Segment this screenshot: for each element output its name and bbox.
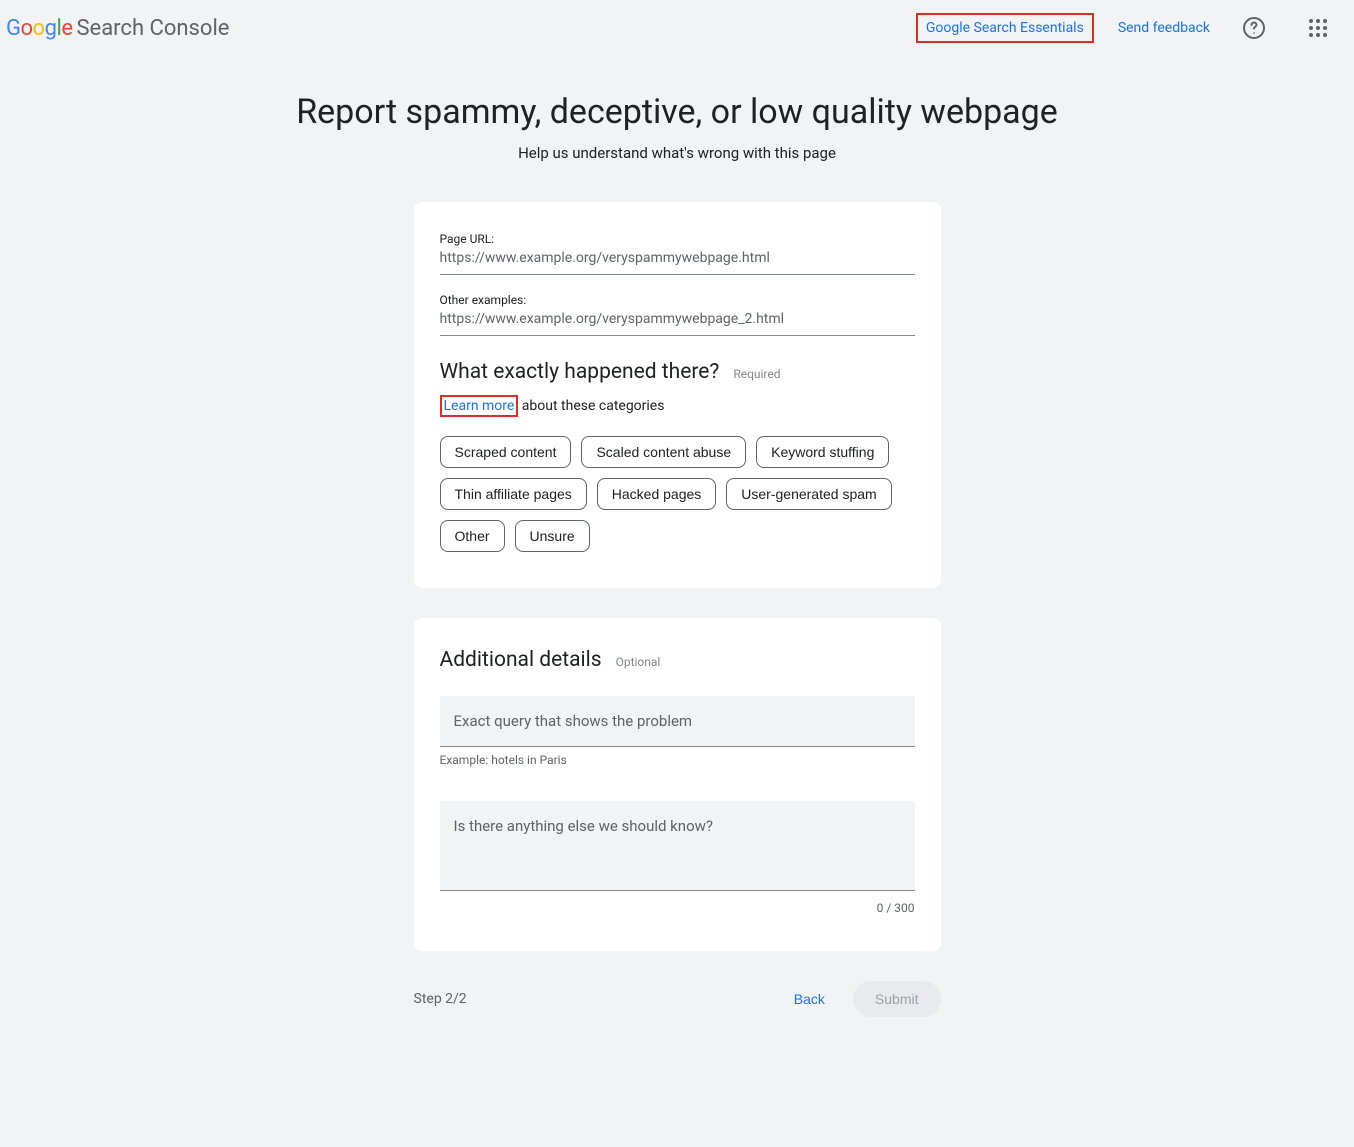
required-badge: Required [733, 367, 780, 381]
product-name: Search Console [76, 16, 229, 41]
page-subtitle: Help us understand what's wrong with thi… [237, 144, 1117, 162]
page-url-label: Page URL: [440, 232, 915, 246]
footer-row: Step 2/2 Back Submit [414, 981, 941, 1057]
chip-hacked-pages[interactable]: Hacked pages [597, 478, 717, 510]
main-content: Report spammy, deceptive, or low quality… [237, 56, 1117, 1057]
learn-more-text: about these categories [518, 398, 664, 414]
learn-more-link[interactable]: Learn more [440, 395, 519, 417]
chip-user-generated-spam[interactable]: User-generated spam [726, 478, 891, 510]
chip-scaled-content-abuse[interactable]: Scaled content abuse [581, 436, 746, 468]
category-chips: Scraped content Scaled content abuse Key… [440, 436, 915, 552]
page-url-value: https://www.example.org/veryspammywebpag… [440, 250, 915, 275]
chip-other[interactable]: Other [440, 520, 505, 552]
page-title: Report spammy, deceptive, or low quality… [237, 92, 1117, 132]
search-essentials-link[interactable]: Google Search Essentials [916, 13, 1094, 43]
submit-button[interactable]: Submit [853, 981, 941, 1017]
report-card: Page URL: https://www.example.org/verysp… [414, 202, 941, 588]
chip-scraped-content[interactable]: Scraped content [440, 436, 572, 468]
other-examples-label: Other examples: [440, 293, 915, 307]
chip-keyword-stuffing[interactable]: Keyword stuffing [756, 436, 889, 468]
section-header: What exactly happened there? Required [440, 360, 915, 384]
app-header: Google Search Console Google Search Esse… [0, 0, 1354, 56]
learn-more-row: Learn more about these categories [440, 398, 915, 414]
exact-query-input[interactable] [440, 696, 915, 747]
query-helper-text: Example: hotels in Paris [440, 753, 915, 767]
chip-unsure[interactable]: Unsure [515, 520, 590, 552]
logo-section: Google Search Console [6, 16, 229, 41]
additional-details-card: Additional details Optional Example: hot… [414, 618, 941, 951]
step-indicator: Step 2/2 [414, 991, 467, 1007]
other-examples-value: https://www.example.org/veryspammywebpag… [440, 311, 915, 336]
anything-else-textarea[interactable] [440, 801, 915, 891]
google-logo: Google [6, 16, 72, 41]
what-happened-title: What exactly happened there? [440, 360, 720, 384]
section-header-2: Additional details Optional [440, 648, 915, 672]
char-counter: 0 / 300 [440, 901, 915, 915]
send-feedback-link[interactable]: Send feedback [1118, 20, 1210, 36]
apps-grid-icon[interactable] [1298, 8, 1338, 48]
help-icon[interactable] [1234, 8, 1274, 48]
header-right: Google Search Essentials Send feedback [916, 8, 1338, 48]
additional-details-title: Additional details [440, 648, 602, 672]
back-button[interactable]: Back [782, 983, 837, 1015]
footer-actions: Back Submit [782, 981, 941, 1017]
chip-thin-affiliate-pages[interactable]: Thin affiliate pages [440, 478, 587, 510]
optional-badge: Optional [616, 655, 661, 669]
